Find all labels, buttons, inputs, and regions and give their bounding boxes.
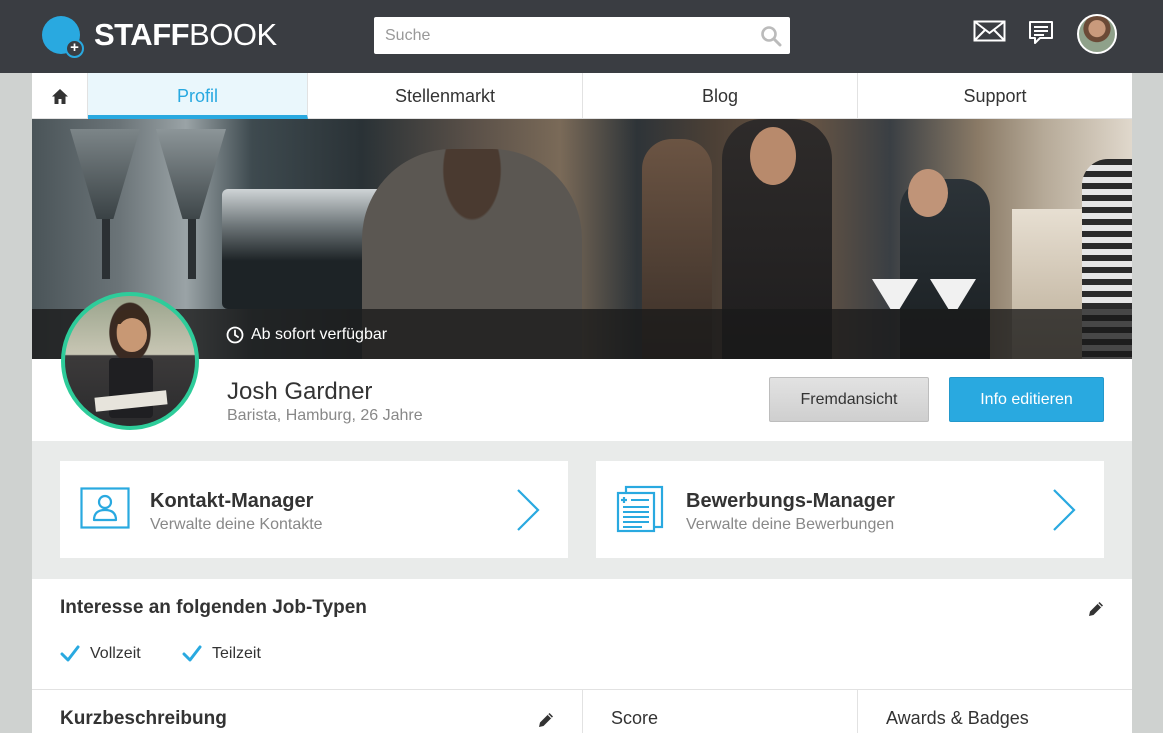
chevron-right-icon <box>1053 489 1076 531</box>
nav-home[interactable] <box>32 73 88 119</box>
awards-title: Awards & Badges <box>886 708 1029 728</box>
user-avatar[interactable] <box>1077 14 1117 54</box>
edit-info-button[interactable]: Info editieren <box>949 377 1104 422</box>
profile-name: Josh Gardner <box>227 378 373 405</box>
search-input[interactable] <box>374 17 790 54</box>
job-type-label: Teilzeit <box>212 645 261 662</box>
profile-subtitle: Barista, Hamburg, 26 Jahre <box>227 407 423 424</box>
job-type-teilzeit[interactable]: Teilzeit <box>182 645 261 663</box>
home-icon <box>51 88 68 104</box>
profile-avatar <box>61 292 199 430</box>
logo-icon: + <box>42 16 84 58</box>
job-type-vollzeit[interactable]: Vollzeit <box>60 645 141 663</box>
availability-text: Ab sofort verfügbar <box>251 326 388 343</box>
job-types-section <box>32 579 1132 690</box>
checkmark-icon <box>182 645 202 662</box>
tab-support[interactable]: Support <box>858 73 1132 119</box>
application-manager-title: Bewerbungs-Manager <box>686 490 895 512</box>
logo-text: STAFFBOOK <box>94 17 277 52</box>
tab-profil[interactable]: Profil <box>88 73 308 119</box>
summary-title: Kurzbeschreibung <box>60 708 227 729</box>
clock-icon <box>226 326 244 344</box>
contact-manager-subtitle: Verwalte deine Kontakte <box>150 516 323 533</box>
score-section: Score <box>583 690 858 733</box>
mail-icon[interactable] <box>973 20 1006 42</box>
main-nav: Profil Stellenmarkt Blog Support <box>32 73 1132 119</box>
contact-card-icon <box>80 487 130 529</box>
summary-section: Kurzbeschreibung <box>32 690 583 733</box>
bottom-sections: Kurzbeschreibung Score Awards & Badges <box>32 690 1132 733</box>
awards-section: Awards & Badges <box>858 690 1132 733</box>
application-manager-subtitle: Verwalte deine Bewerbungen <box>686 516 895 533</box>
public-view-button[interactable]: Fremdansicht <box>769 377 929 422</box>
contact-manager-card[interactable]: Kontakt-Manager Verwalte deine Kontakte <box>60 461 568 558</box>
search-icon[interactable] <box>760 25 782 47</box>
top-bar: + STAFFBOOK <box>0 0 1163 73</box>
application-manager-card[interactable]: Bewerbungs-Manager Verwalte deine Bewerb… <box>596 461 1104 558</box>
chat-icon[interactable] <box>1028 20 1054 46</box>
chevron-right-icon <box>517 489 540 531</box>
contact-manager-title: Kontakt-Manager <box>150 490 314 512</box>
documents-icon <box>616 485 664 533</box>
pencil-icon[interactable] <box>1087 600 1105 618</box>
checkmark-icon <box>60 645 80 662</box>
score-title: Score <box>611 708 659 728</box>
availability-status: Ab sofort verfügbar <box>226 326 387 344</box>
tab-stellenmarkt[interactable]: Stellenmarkt <box>308 73 583 119</box>
cover-image: Ab sofort verfügbar <box>32 119 1132 359</box>
pencil-icon[interactable] <box>537 711 555 729</box>
search-box <box>374 17 790 54</box>
job-types-title: Interesse an folgenden Job-Typen <box>60 597 367 618</box>
tab-blog[interactable]: Blog <box>583 73 858 119</box>
staffbook-logo[interactable]: + STAFFBOOK <box>42 16 277 58</box>
job-type-label: Vollzeit <box>90 645 141 662</box>
